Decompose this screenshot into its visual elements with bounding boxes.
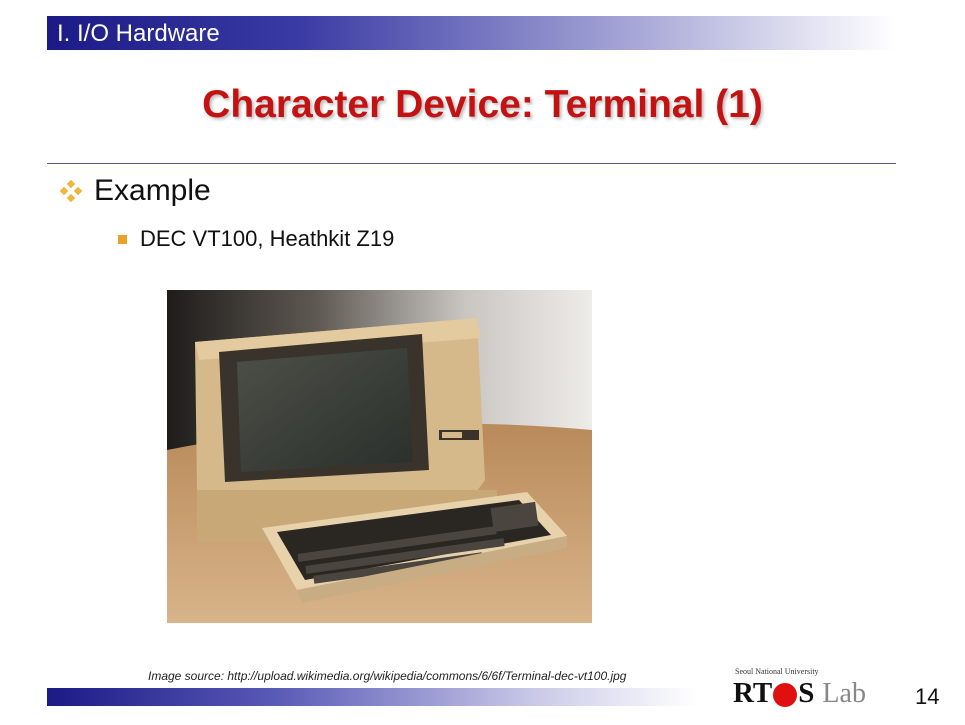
- logo-university-text: Seoul National University: [735, 667, 819, 676]
- logo-red-circle-icon: [773, 682, 798, 707]
- sub-bullet-text: DEC VT100, Heathkit Z19: [140, 226, 395, 251]
- section-label: I. I/O Hardware: [57, 20, 220, 47]
- diamond-bullet-icon: [60, 180, 82, 202]
- bullet-item: Example: [60, 174, 211, 208]
- square-bullet-icon: [118, 234, 127, 244]
- logo-name-suffix: S: [798, 677, 815, 709]
- logo-lab-text: Lab: [822, 677, 866, 709]
- bullet-text: Example: [94, 174, 211, 207]
- terminal-photo: [167, 290, 592, 623]
- logo-name-prefix: RT: [733, 677, 773, 709]
- page-number: 14: [915, 684, 940, 709]
- footer-bar: [47, 688, 697, 706]
- rtos-lab-logo: RT S Lab: [733, 677, 866, 710]
- slide-title: Character Device: Terminal (1): [202, 83, 763, 126]
- title-divider: [47, 163, 896, 164]
- image-source-caption: Image source: http://upload.wikimedia.or…: [148, 669, 627, 683]
- section-header-bar: I. I/O Hardware: [47, 16, 895, 50]
- sub-bullet-item: DEC VT100, Heathkit Z19: [118, 226, 394, 252]
